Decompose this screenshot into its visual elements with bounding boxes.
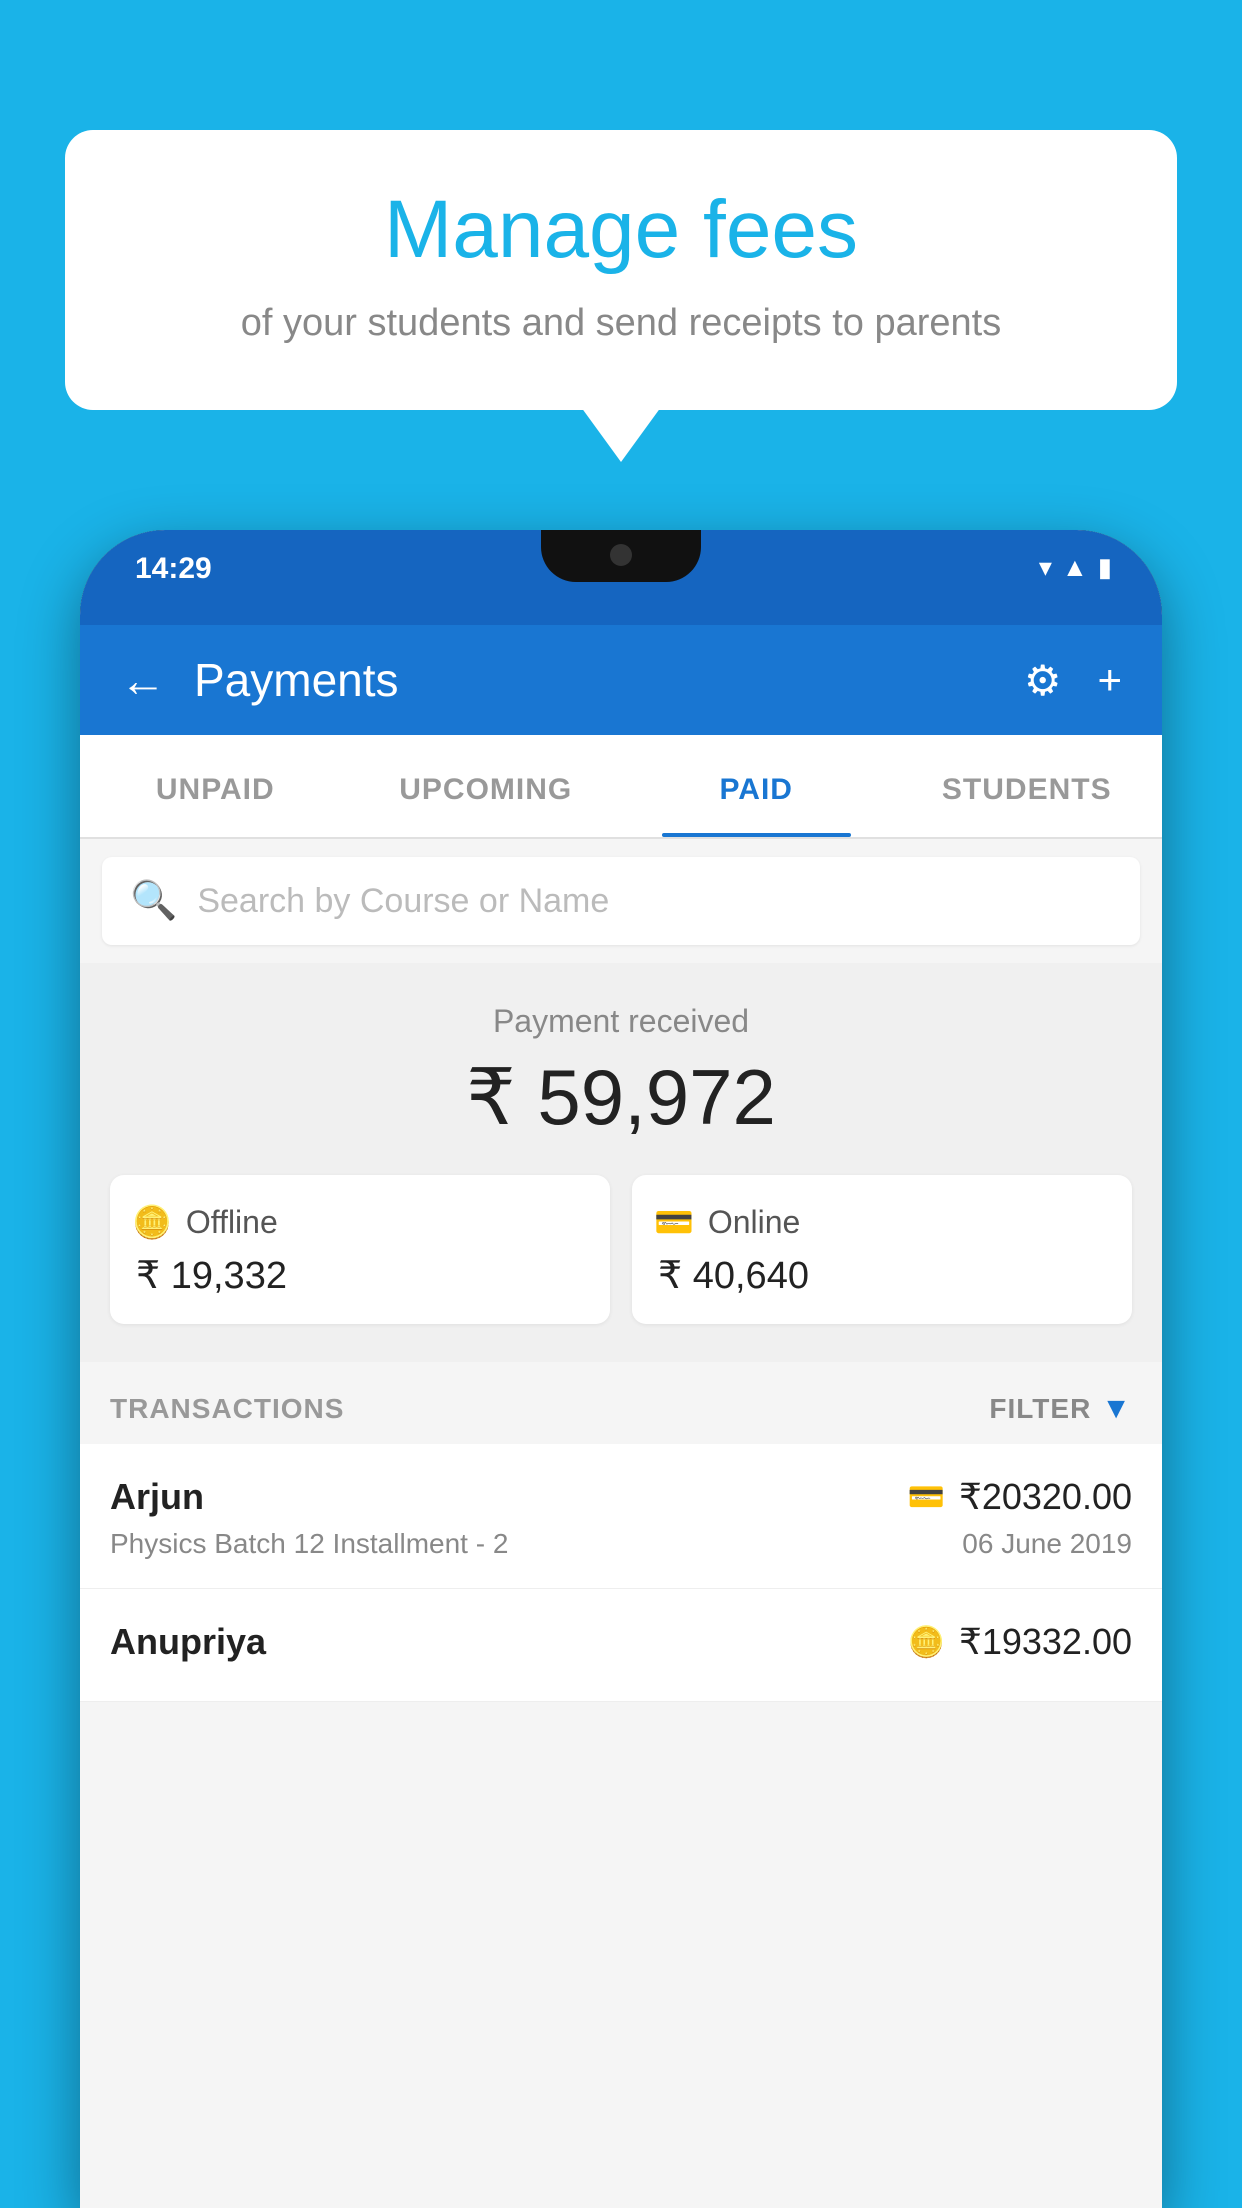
add-button[interactable]: + (1097, 656, 1122, 704)
transaction-bottom: Physics Batch 12 Installment - 2 06 June… (110, 1528, 1132, 1560)
transaction-amount-wrap-2: 🪙 ₹19332.00 (908, 1621, 1132, 1663)
search-icon: 🔍 (130, 879, 177, 923)
transaction-amount-wrap: 💳 ₹20320.00 (908, 1476, 1132, 1518)
transactions-label: TRANSACTIONS (110, 1393, 344, 1425)
app-bar-actions: ⚙ + (1024, 656, 1122, 705)
offline-tx-icon: 🪙 (908, 1625, 945, 1660)
tabs-bar: UNPAID UPCOMING PAID STUDENTS (80, 735, 1162, 839)
phone-screen: 14:29 ▾ ▲ ▮ ← Payments ⚙ + UNPAID (80, 530, 1162, 2208)
online-payment-card: 💳 Online ₹ 40,640 (632, 1175, 1132, 1324)
filter-button[interactable]: FILTER ▼ (989, 1392, 1132, 1426)
status-icons: ▾ ▲ ▮ (1039, 552, 1112, 583)
camera-dot (610, 544, 632, 566)
transaction-top: Anupriya 🪙 ₹19332.00 (110, 1621, 1132, 1663)
status-bar: 14:29 ▾ ▲ ▮ (80, 530, 1162, 625)
online-payment-icon: 💳 (654, 1203, 694, 1241)
payment-cards: 🪙 Offline ₹ 19,332 💳 Online ₹ 40,640 (110, 1175, 1132, 1324)
transaction-course: Physics Batch 12 Installment - 2 (110, 1528, 508, 1560)
app-bar: ← Payments ⚙ + (80, 625, 1162, 735)
tab-students[interactable]: STUDENTS (892, 735, 1163, 837)
transaction-row[interactable]: Anupriya 🪙 ₹19332.00 (80, 1589, 1162, 1702)
battery-icon: ▮ (1098, 552, 1112, 583)
screen-body: 🔍 Search by Course or Name Payment recei… (80, 839, 1162, 2208)
wifi-icon: ▾ (1039, 552, 1052, 583)
transaction-date: 06 June 2019 (962, 1528, 1132, 1560)
transaction-name-2: Anupriya (110, 1621, 266, 1663)
payment-received-label: Payment received (110, 1003, 1132, 1040)
app-bar-title: Payments (194, 653, 1024, 707)
back-button[interactable]: ← (120, 653, 166, 707)
settings-button[interactable]: ⚙ (1024, 656, 1062, 705)
online-label: Online (708, 1204, 801, 1241)
speech-bubble-section: Manage fees of your students and send re… (65, 130, 1177, 410)
notch (541, 530, 701, 582)
bubble-subtitle: of your students and send receipts to pa… (125, 297, 1117, 350)
online-amount: ₹ 40,640 (654, 1253, 809, 1298)
payment-total-amount: ₹ 59,972 (110, 1052, 1132, 1143)
filter-icon: ▼ (1101, 1392, 1132, 1426)
online-tx-icon: 💳 (908, 1480, 945, 1515)
transaction-row[interactable]: Arjun 💳 ₹20320.00 Physics Batch 12 Insta… (80, 1444, 1162, 1589)
tab-unpaid[interactable]: UNPAID (80, 735, 351, 837)
phone-frame: 14:29 ▾ ▲ ▮ ← Payments ⚙ + UNPAID (80, 530, 1162, 2208)
search-bar[interactable]: 🔍 Search by Course or Name (102, 857, 1140, 945)
search-placeholder: Search by Course or Name (197, 882, 609, 921)
transactions-header: TRANSACTIONS FILTER ▼ (80, 1362, 1162, 1444)
offline-label: Offline (186, 1204, 278, 1241)
offline-amount: ₹ 19,332 (132, 1253, 287, 1298)
speech-bubble: Manage fees of your students and send re… (65, 130, 1177, 410)
offline-card-header: 🪙 Offline (132, 1203, 278, 1241)
tab-upcoming[interactable]: UPCOMING (351, 735, 622, 837)
transaction-amount: ₹20320.00 (959, 1476, 1132, 1518)
tab-paid[interactable]: PAID (621, 735, 892, 837)
status-time: 14:29 (135, 552, 212, 586)
filter-label: FILTER (989, 1393, 1091, 1425)
payment-summary: Payment received ₹ 59,972 🪙 Offline ₹ 19… (80, 963, 1162, 1362)
transaction-amount-2: ₹19332.00 (959, 1621, 1132, 1663)
signal-icon: ▲ (1062, 552, 1088, 583)
offline-payment-card: 🪙 Offline ₹ 19,332 (110, 1175, 610, 1324)
bubble-title: Manage fees (125, 185, 1117, 275)
online-card-header: 💳 Online (654, 1203, 800, 1241)
transaction-name: Arjun (110, 1476, 204, 1518)
offline-payment-icon: 🪙 (132, 1203, 172, 1241)
transaction-top: Arjun 💳 ₹20320.00 (110, 1476, 1132, 1518)
